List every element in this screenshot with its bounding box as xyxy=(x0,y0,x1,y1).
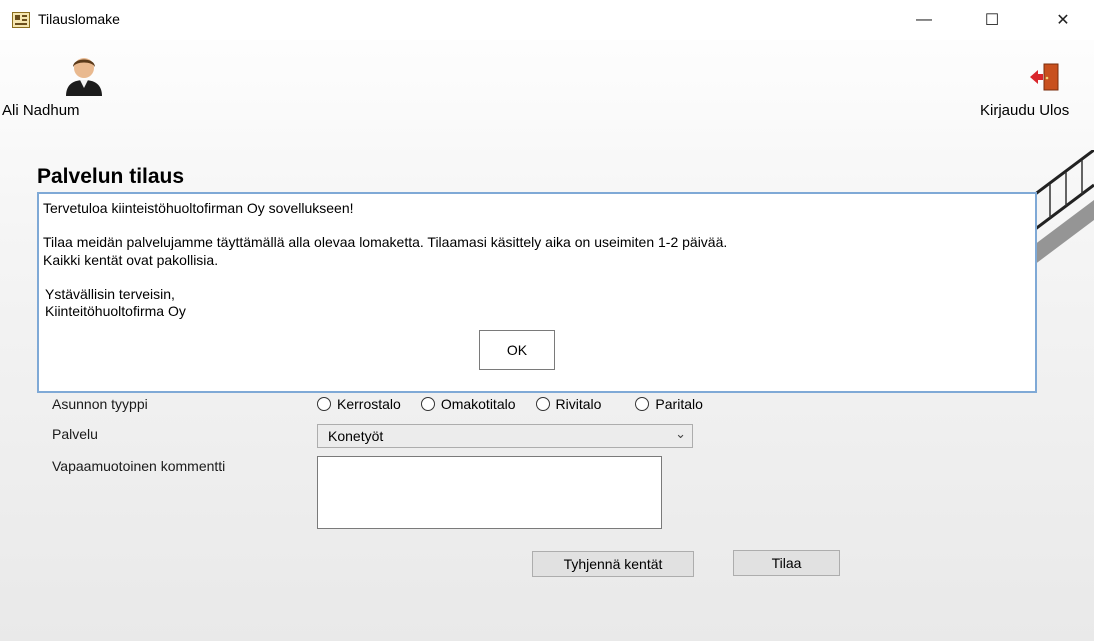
chevron-down-icon: ⌄ xyxy=(675,426,686,441)
housing-type-radio-group: Kerrostalo Omakotitalo Rivitalo Paritalo xyxy=(317,394,723,414)
radio-circle-icon xyxy=(535,397,550,411)
order-button[interactable]: Tilaa xyxy=(733,550,840,576)
logout-label: Kirjaudu Ulos xyxy=(980,102,1070,119)
dialog-line-instructions: Tilaa meidän palvelujamme täyttämällä al… xyxy=(43,234,728,250)
clear-fields-button[interactable]: Tyhjennä kentät xyxy=(532,551,694,577)
radio-label: Kerrostalo xyxy=(337,396,401,412)
minimize-icon: — xyxy=(916,11,932,28)
radio-rivitalo[interactable]: Rivitalo xyxy=(535,396,602,412)
radio-label: Rivitalo xyxy=(555,396,602,412)
housing-type-label: Asunnon tyyppi xyxy=(52,396,148,412)
service-label: Palvelu xyxy=(52,426,98,442)
radio-circle-icon xyxy=(420,397,435,411)
welcome-message-dialog: Tervetuloa kiinteistöhuoltofirman Oy sov… xyxy=(37,192,1037,393)
service-select[interactable]: Konetyöt ⌄ xyxy=(317,424,693,448)
radio-circle-icon xyxy=(635,397,650,411)
radio-circle-icon xyxy=(317,397,331,411)
maximize-icon: ☐ xyxy=(984,12,1000,29)
dialog-line-greeting: Ystävällisin terveisin, xyxy=(45,286,175,302)
comment-label: Vapaamuotoinen kommentti xyxy=(52,458,226,474)
radio-paritalo[interactable]: Paritalo xyxy=(635,396,703,412)
logout-door-icon xyxy=(1030,63,1059,91)
maximize-button[interactable]: ☐ xyxy=(969,0,1015,40)
minimize-button[interactable]: — xyxy=(901,0,947,40)
service-select-value: Konetyöt xyxy=(328,428,384,444)
close-icon: ✕ xyxy=(1056,12,1070,29)
dialog-line-signature: Kiinteitöhuoltofirma Oy xyxy=(45,303,186,319)
window-title: Tilauslomake xyxy=(38,11,120,27)
page-title: Palvelun tilaus xyxy=(37,165,185,188)
radio-label: Omakotitalo xyxy=(440,396,516,412)
logout-button[interactable]: Kirjaudu Ulos xyxy=(974,46,1094,126)
title-bar: Tilauslomake — ☐ ✕ xyxy=(0,0,1094,40)
radio-label: Paritalo xyxy=(655,396,703,412)
dialog-line-welcome: Tervetuloa kiinteistöhuoltofirman Oy sov… xyxy=(43,200,354,216)
dialog-line-required: Kaikki kentät ovat pakollisia. xyxy=(43,252,219,268)
user-name: Ali Nadhum xyxy=(2,102,80,119)
radio-kerrostalo[interactable]: Kerrostalo xyxy=(317,396,401,412)
radio-omakotitalo[interactable]: Omakotitalo xyxy=(420,396,516,412)
order-form-window: Tilauslomake — ☐ ✕ Ali Nadhum Kirjaudu U… xyxy=(0,0,1094,641)
close-window-button[interactable]: ✕ xyxy=(1040,0,1086,40)
user-avatar-icon xyxy=(66,58,102,96)
ok-button[interactable]: OK xyxy=(479,330,555,370)
comment-textarea[interactable] xyxy=(317,456,662,529)
app-icon xyxy=(12,12,30,28)
user-profile: Ali Nadhum xyxy=(0,46,140,126)
